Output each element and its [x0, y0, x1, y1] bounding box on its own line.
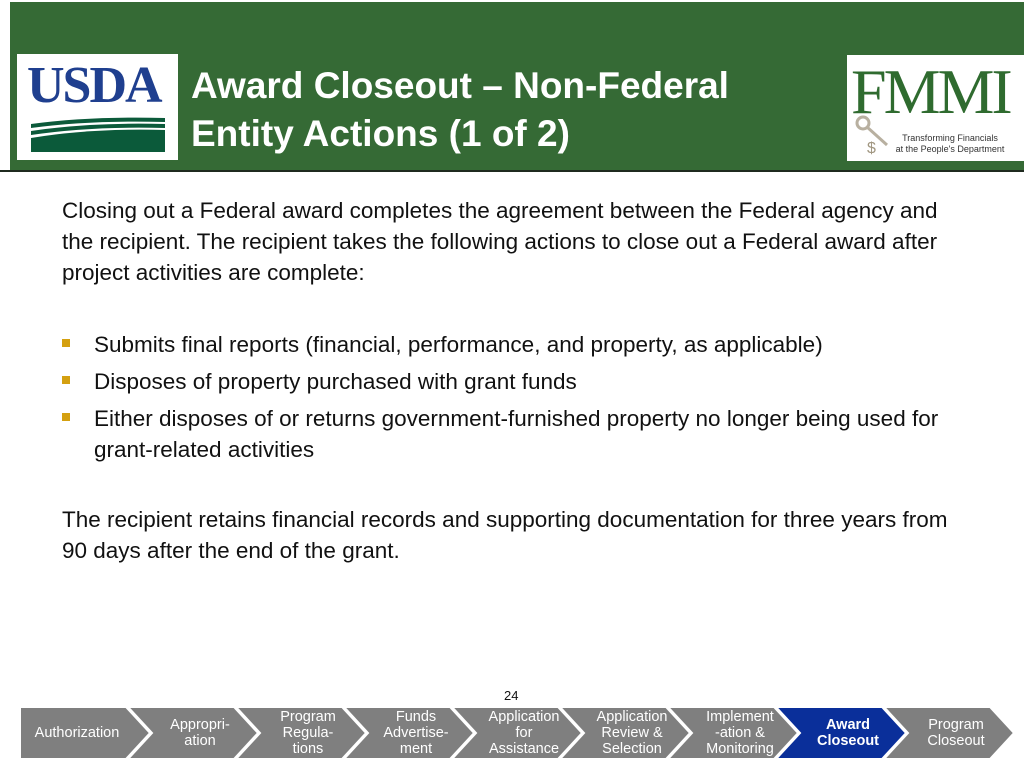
square-bullet-icon	[62, 339, 70, 347]
usda-logo: USDA	[17, 54, 178, 160]
usda-landscape-icon	[31, 117, 165, 152]
header-divider	[0, 170, 1024, 172]
list-item: Either disposes of or returns government…	[62, 403, 972, 465]
fmmi-logo: FMMI $ Transforming Financials at the Pe…	[847, 55, 1024, 161]
process-step-6: Application Review & Selection	[580, 707, 684, 759]
process-step-label: Appropri-ation	[170, 717, 230, 749]
list-item: Disposes of property purchased with gran…	[62, 366, 972, 397]
process-step-3: Program Regula-tions	[256, 707, 360, 759]
process-chevron-bar: Authorization Appropri-ation Program Regula…	[20, 707, 1024, 759]
process-step-label: Application Review & Selection	[596, 709, 668, 757]
fmmi-tagline: Transforming Financials at the People's …	[875, 133, 1024, 155]
title-line-1: Award Closeout – Non-Federal	[191, 65, 729, 106]
process-step-5: Application for Assistance	[472, 707, 576, 759]
title-line-2: Entity Actions (1 of 2)	[191, 113, 570, 154]
process-step-4: Funds Advertise-ment	[364, 707, 468, 759]
process-step-8: Award Closeout	[796, 707, 900, 759]
slide-title: Award Closeout – Non-Federal Entity Acti…	[191, 62, 831, 158]
process-step-label: Program Closeout	[927, 717, 985, 749]
process-step-label: Authorization	[34, 725, 120, 741]
tagline-line-2: at the People's Department	[895, 144, 1005, 154]
process-step-1: Authorization	[20, 707, 134, 759]
tagline-line-1: Transforming Financials	[902, 133, 998, 143]
process-step-7: Implement -ation & Monitoring	[688, 707, 792, 759]
process-step-label: Funds Advertise-ment	[383, 709, 449, 757]
square-bullet-icon	[62, 413, 70, 421]
action-list: Submits final reports (financial, perfor…	[62, 329, 972, 471]
usda-logo-text: USDA	[27, 57, 163, 114]
retention-paragraph: The recipient retains financial records …	[62, 507, 948, 563]
process-step-label: Application for Assistance	[488, 709, 560, 757]
process-step-label: Award Closeout	[816, 717, 880, 749]
intro-paragraph: Closing out a Federal award completes th…	[62, 198, 938, 285]
process-step-2: Appropri-ation	[148, 707, 252, 759]
list-item: Submits final reports (financial, perfor…	[62, 329, 972, 360]
page-number: 24	[504, 688, 519, 703]
process-step-label: Program Regula-tions	[280, 709, 336, 757]
process-step-9: Program Closeout	[904, 707, 1008, 759]
list-item-text: Disposes of property purchased with gran…	[94, 369, 577, 394]
process-step-label: Implement -ation & Monitoring	[706, 709, 774, 757]
list-item-text: Either disposes of or returns government…	[94, 406, 939, 462]
square-bullet-icon	[62, 376, 70, 384]
list-item-text: Submits final reports (financial, perfor…	[94, 332, 823, 357]
